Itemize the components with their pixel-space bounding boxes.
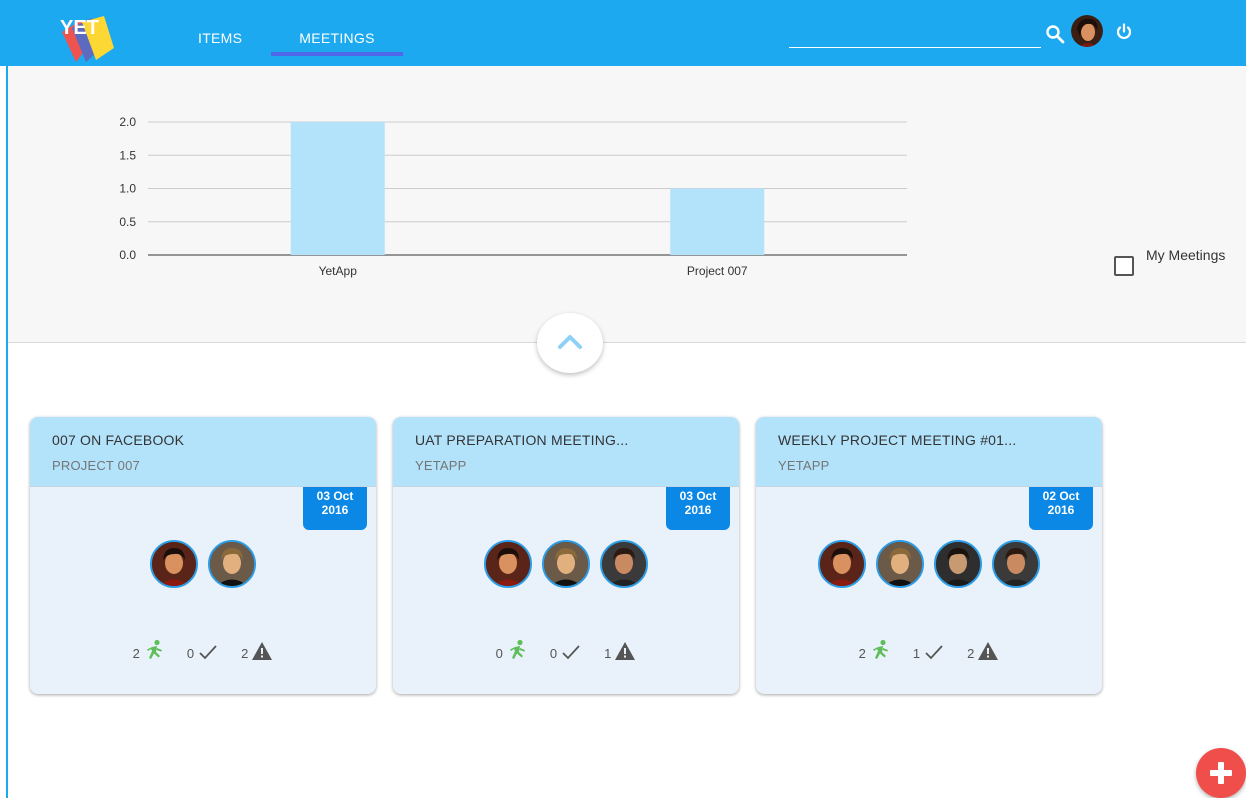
- my-meetings-label: My Meetings: [1146, 247, 1226, 263]
- y-tick-label: 1.0: [119, 182, 136, 196]
- y-tick-label: 0.5: [119, 215, 136, 229]
- meeting-stats: 0 0 1: [393, 631, 739, 661]
- warning-icon: [615, 642, 636, 660]
- done-count: 0: [186, 646, 195, 661]
- issues-count: 2: [241, 646, 249, 661]
- collapse-chart-button[interactable]: [537, 313, 603, 373]
- yet-logo[interactable]: YET: [56, 14, 120, 64]
- power-icon[interactable]: [1115, 23, 1133, 41]
- meeting-title: UAT PREPARATION MEETING...: [415, 432, 629, 448]
- attendee-avatar[interactable]: [484, 540, 532, 588]
- attendee-avatar[interactable]: [150, 540, 198, 588]
- actions-count: 2: [858, 646, 866, 661]
- y-tick-label: 1.5: [119, 148, 136, 162]
- card-header: 007 ON FACEBOOK PROJECT 007: [30, 417, 376, 487]
- done-count: 0: [549, 646, 558, 661]
- checkmark-icon: [562, 645, 580, 660]
- issues-count: 1: [604, 646, 612, 661]
- done-stat: 0: [187, 643, 219, 661]
- search-icon[interactable]: [1045, 24, 1065, 44]
- warning-icon: [978, 642, 999, 660]
- top-app-bar: YET ITEMS MEETINGS: [0, 0, 1246, 66]
- date-year: 2016: [684, 503, 712, 517]
- user-avatar[interactable]: [1071, 15, 1103, 47]
- issues-count: 2: [967, 646, 975, 661]
- add-meeting-button[interactable]: [1196, 748, 1246, 798]
- search-input[interactable]: [789, 47, 1041, 48]
- attendee-avatar[interactable]: [992, 540, 1040, 588]
- meeting-stats: 2 0 2: [30, 631, 376, 661]
- date-day: 03 Oct: [679, 489, 717, 503]
- card-header: UAT PREPARATION MEETING... YETAPP: [393, 417, 739, 487]
- date-badge: 03 Oct 2016: [666, 487, 730, 530]
- warning-icon: [252, 642, 273, 660]
- date-year: 2016: [321, 503, 349, 517]
- meeting-card[interactable]: 007 ON FACEBOOK PROJECT 007 03 Oct 2016 …: [30, 417, 376, 694]
- attendee-list: [756, 540, 1102, 590]
- attendee-avatar[interactable]: [876, 540, 924, 588]
- y-tick-label: 0.0: [119, 248, 136, 262]
- actions-stat: 2: [859, 639, 891, 661]
- meeting-card[interactable]: WEEKLY PROJECT MEETING #01... YETAPP 02 …: [756, 417, 1102, 694]
- plus-icon: [1210, 762, 1232, 784]
- actions-stat: 0: [496, 639, 528, 661]
- meetings-bar-chart: 0.0 0.5 1.0 1.5 2.0 YetApp Project 007: [119, 115, 907, 278]
- done-stat: 0: [550, 643, 582, 661]
- actions-count: 0: [495, 646, 503, 661]
- chevron-up-icon: [558, 335, 582, 349]
- meeting-project: YETAPP: [778, 458, 830, 473]
- running-person-icon: [146, 639, 162, 659]
- date-year: 2016: [1047, 503, 1075, 517]
- tab-meetings-label: MEETINGS: [299, 30, 375, 46]
- tab-items-label: ITEMS: [198, 30, 243, 46]
- meeting-title: 007 ON FACEBOOK: [52, 432, 185, 448]
- done-count: 1: [912, 646, 921, 661]
- meeting-card[interactable]: UAT PREPARATION MEETING... YETAPP 03 Oct…: [393, 417, 739, 694]
- attendee-avatar[interactable]: [818, 540, 866, 588]
- running-person-icon: [509, 639, 525, 659]
- bar: [290, 122, 385, 255]
- done-stat: 1: [913, 643, 945, 661]
- card-header: WEEKLY PROJECT MEETING #01... YETAPP: [756, 417, 1102, 487]
- checkmark-icon: [925, 645, 943, 660]
- date-badge: 02 Oct 2016: [1029, 487, 1093, 530]
- actions-stat: 2: [133, 639, 165, 661]
- bar: [670, 188, 765, 255]
- issues-stat: 1: [604, 641, 636, 661]
- meeting-title: WEEKLY PROJECT MEETING #01...: [778, 432, 1017, 448]
- attendee-avatar[interactable]: [934, 540, 982, 588]
- chart-panel: 0.0 0.5 1.0 1.5 2.0 YetApp Project 007 My Meet…: [8, 66, 1246, 343]
- date-day: 03 Oct: [316, 489, 354, 503]
- x-tick-label: YetApp: [319, 264, 358, 278]
- x-tick-label: Project 007: [687, 264, 748, 278]
- attendee-list: [393, 540, 739, 590]
- checkmark-icon: [199, 645, 217, 660]
- date-badge: 03 Oct 2016: [303, 487, 367, 530]
- meeting-project: PROJECT 007: [52, 458, 140, 473]
- attendee-avatar[interactable]: [208, 540, 256, 588]
- running-person-icon: [872, 639, 888, 659]
- issues-stat: 2: [241, 641, 273, 661]
- date-day: 02 Oct: [1042, 489, 1080, 503]
- active-tab-indicator: [271, 52, 403, 56]
- my-meetings-filter[interactable]: My Meetings: [1114, 247, 1244, 277]
- attendee-list: [30, 540, 376, 590]
- attendee-avatar[interactable]: [600, 540, 648, 588]
- meeting-stats: 2 1 2: [756, 631, 1102, 661]
- tab-items[interactable]: ITEMS: [198, 30, 242, 56]
- meeting-project: YETAPP: [415, 458, 467, 473]
- my-meetings-checkbox[interactable]: [1114, 256, 1134, 276]
- issues-stat: 2: [967, 641, 999, 661]
- actions-count: 2: [132, 646, 140, 661]
- logo-text: YET: [60, 17, 99, 39]
- attendee-avatar[interactable]: [542, 540, 590, 588]
- y-tick-label: 2.0: [119, 115, 136, 129]
